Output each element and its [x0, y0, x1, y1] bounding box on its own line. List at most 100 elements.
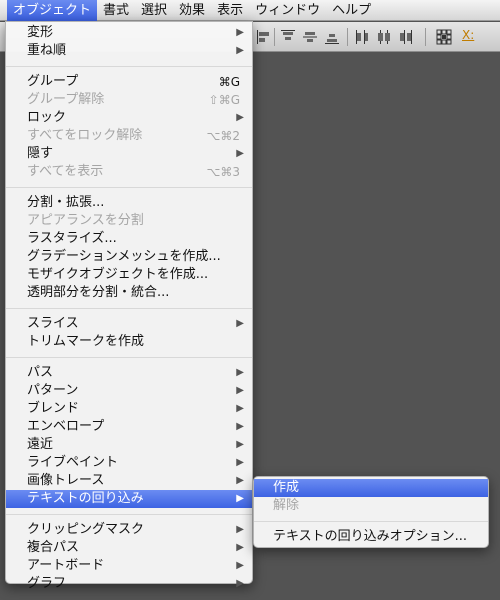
menu-item-label: 分割・拡張...	[27, 195, 105, 210]
distribute-horizontal-center-icon[interactable]	[376, 29, 392, 45]
align-top-icon[interactable]	[280, 29, 296, 45]
object-menu-item[interactable]: ブレンド ▶	[6, 400, 252, 418]
submenu-arrow-icon: ▶	[236, 542, 244, 553]
submenu-arrow-icon: ▶	[236, 385, 244, 396]
object-menu-item[interactable]: パターン ▶	[6, 382, 252, 400]
menu-item-label: 変形	[27, 25, 54, 40]
object-menu-item[interactable]: ライブペイント ▶	[6, 454, 252, 472]
object-menu-item[interactable]: 重ね順 ▶	[6, 42, 252, 60]
object-menu-item[interactable]: 遠近 ▶	[6, 436, 252, 454]
align-bottom-icon[interactable]	[324, 29, 340, 45]
menu-item-label: エンベロープ	[27, 419, 105, 434]
object-menu-item: アピアランスを分割	[6, 212, 252, 230]
object-menu-item[interactable]: アートボード ▶	[6, 557, 252, 575]
object-menu-item[interactable]: トリムマークを作成	[6, 333, 252, 351]
menu-item-label: グラフ	[27, 576, 67, 591]
submenu-arrow-icon: ▶	[236, 560, 244, 571]
menu-item-label: 作成	[273, 480, 300, 495]
object-menu-item: すべてをロック解除 ⌥⌘2	[6, 127, 252, 145]
object-menu-item[interactable]: ラスタライズ...	[6, 230, 252, 248]
object-menu-item[interactable]: クリッピングマスク ▶	[6, 521, 252, 539]
menu-item-label: テキストの回り込みオプション...	[273, 529, 468, 544]
text-wrap-submenu-item[interactable]: 作成	[254, 479, 488, 497]
align-left-icon[interactable]	[256, 29, 272, 45]
object-menu: 変形 ▶ 重ね順 ▶ グループ ⌘G グループ解除 ⇧⌘G ロック ▶ すべてをロック解除 ⌥⌘2 隠す…	[5, 21, 253, 591]
object-menu-item[interactable]: 隠す ▶	[6, 145, 252, 163]
object-menu-item[interactable]: グラデーションメッシュを作成...	[6, 248, 252, 266]
menubar-item[interactable]: ヘルプ	[326, 0, 377, 21]
submenu-arrow-icon: ▶	[236, 457, 244, 468]
distribute-left-icon[interactable]	[354, 29, 370, 45]
object-menu-item[interactable]: エンベロープ ▶	[6, 418, 252, 436]
submenu-arrow-icon: ▶	[236, 45, 244, 56]
object-menu-item[interactable]: 透明部分を分割・統合...	[6, 284, 252, 302]
menu-item-label: すべてをロック解除	[27, 128, 143, 143]
object-menu-item[interactable]: モザイクオブジェクトを作成...	[6, 266, 252, 284]
object-menu-item: グループ解除 ⇧⌘G	[6, 91, 252, 109]
menu-item-label: 重ね順	[27, 43, 67, 58]
menubar-item[interactable]: ウィンドウ	[249, 0, 326, 21]
separator	[274, 28, 275, 46]
object-menu-item[interactable]: スライス ▶	[6, 315, 252, 333]
object-menu-item[interactable]: グラフ ▶	[6, 575, 252, 593]
object-menu-item[interactable]: グループ ⌘G	[6, 73, 252, 91]
menubar-item[interactable]: 書式	[97, 0, 135, 21]
object-menu-item[interactable]: 変形 ▶	[6, 24, 252, 42]
menu-item-shortcut: ⌥⌘2	[206, 129, 240, 143]
menu-item-label: 画像トレース	[27, 473, 105, 488]
menu-item-label: トリムマークを作成	[27, 334, 145, 349]
menu-item-shortcut: ⇧⌘G	[208, 93, 240, 107]
menu-item-label: アートボード	[27, 558, 105, 573]
align-vertical-center-icon[interactable]	[302, 29, 318, 45]
menu-item-label: 解除	[273, 498, 300, 513]
menubar-item[interactable]: オブジェクト	[7, 0, 98, 21]
submenu-arrow-icon: ▶	[236, 148, 244, 159]
menubar-item[interactable]: 表示	[211, 0, 249, 21]
submenu-arrow-icon: ▶	[236, 112, 244, 123]
text-wrap-submenu-item[interactable]: テキストの回り込みオプション...	[254, 528, 488, 546]
submenu-arrow-icon: ▶	[236, 367, 244, 378]
menubar-item[interactable]: 選択	[135, 0, 173, 21]
menu-item-label: グラデーションメッシュを作成...	[27, 249, 221, 264]
object-menu-item[interactable]: パス ▶	[6, 364, 252, 382]
menu-item-label: ラスタライズ...	[27, 231, 117, 246]
menu-separator	[6, 187, 252, 188]
separator	[347, 28, 348, 46]
menu-separator	[6, 66, 252, 67]
menu-item-label: ロック	[27, 110, 67, 125]
menu-item-label: スライス	[27, 316, 79, 331]
object-menu-item[interactable]: 分割・拡張...	[6, 194, 252, 212]
object-menu-item[interactable]: 画像トレース ▶	[6, 472, 252, 490]
menu-item-label: ブレンド	[27, 401, 80, 416]
object-menu-item[interactable]: 複合パス ▶	[6, 539, 252, 557]
submenu-arrow-icon: ▶	[236, 578, 244, 589]
submenu-arrow-icon: ▶	[236, 524, 244, 535]
menu-separator	[254, 521, 488, 522]
menu-item-label: 透明部分を分割・統合...	[27, 285, 170, 300]
text-wrap-submenu-item: 解除	[254, 497, 488, 515]
x-coordinate-label[interactable]: X:	[462, 28, 474, 42]
text-wrap-submenu: 作成解除テキストの回り込みオプション...	[253, 476, 489, 548]
object-menu-item[interactable]: ロック ▶	[6, 109, 252, 127]
transform-reference-point-icon[interactable]	[436, 29, 452, 45]
menu-bar: オブジェクト 書式 選択 効果 表示 ウィンドウ ヘルプ	[0, 0, 500, 21]
menu-separator	[6, 357, 252, 358]
separator	[425, 28, 426, 46]
object-menu-item[interactable]: テキストの回り込み ▶	[6, 490, 252, 508]
menu-item-shortcut: ⌥⌘3	[206, 165, 240, 179]
menu-item-label: モザイクオブジェクトを作成...	[27, 267, 209, 282]
menubar-item[interactable]: 効果	[173, 0, 211, 21]
menu-separator	[6, 308, 252, 309]
menu-item-label: パス	[27, 365, 54, 380]
submenu-arrow-icon: ▶	[236, 439, 244, 450]
distribute-right-icon[interactable]	[398, 29, 414, 45]
menu-item-label: ライブペイント	[27, 455, 119, 470]
menu-item-label: 遠近	[27, 437, 54, 452]
menu-item-label: グループ解除	[27, 92, 105, 107]
menu-item-label: 複合パス	[27, 540, 80, 555]
menu-item-label: グループ	[27, 74, 79, 89]
submenu-arrow-icon: ▶	[236, 475, 244, 486]
menu-separator	[6, 514, 252, 515]
object-menu-item: すべてを表示 ⌥⌘3	[6, 163, 252, 181]
menu-item-shortcut: ⌘G	[218, 75, 240, 89]
